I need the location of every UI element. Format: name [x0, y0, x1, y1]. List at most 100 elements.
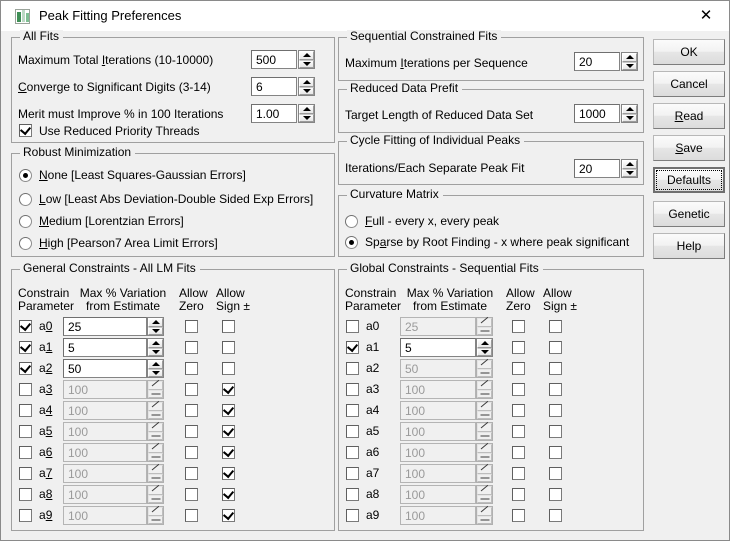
input-max-variation-a6[interactable]	[63, 443, 147, 462]
input-max-variation-a2[interactable]	[400, 359, 476, 378]
checkbox-constrain-a1[interactable]	[19, 341, 32, 354]
input-max-variation-a5[interactable]	[400, 422, 476, 441]
checkbox-allow-sign-a2[interactable]	[222, 362, 235, 375]
spinner-max-variation-a3[interactable]	[476, 380, 493, 399]
close-icon[interactable]: ✕	[683, 1, 729, 31]
input-max-variation-a0[interactable]	[400, 317, 476, 336]
input-max-variation-a9[interactable]	[63, 506, 147, 525]
checkbox-allow-sign-a1[interactable]	[549, 341, 562, 354]
checkbox-allow-sign-a0[interactable]	[222, 320, 235, 333]
checkbox-allow-zero-a5[interactable]	[512, 425, 525, 438]
spinner-target-length-reduced-data-set[interactable]	[621, 104, 638, 123]
checkbox-allow-sign-a0[interactable]	[549, 320, 562, 333]
checkbox-allow-sign-a3[interactable]	[549, 383, 562, 396]
checkbox-use-reduced-priority-threads[interactable]	[19, 124, 32, 137]
checkbox-constrain-a2[interactable]	[346, 362, 359, 375]
input-max-variation-a3[interactable]	[400, 380, 476, 399]
checkbox-allow-sign-a1[interactable]	[222, 341, 235, 354]
spinner-max-variation-a9[interactable]	[147, 506, 164, 525]
checkbox-allow-sign-a4[interactable]	[222, 404, 235, 417]
checkbox-allow-sign-a9[interactable]	[549, 509, 562, 522]
spinner-max-variation-a7[interactable]	[476, 464, 493, 483]
checkbox-allow-sign-a9[interactable]	[222, 509, 235, 522]
input-max-variation-a8[interactable]	[400, 485, 476, 504]
checkbox-constrain-a0[interactable]	[19, 320, 32, 333]
checkbox-allow-sign-a8[interactable]	[222, 488, 235, 501]
radio-robust-medium[interactable]	[19, 215, 32, 228]
input-max-variation-a2[interactable]	[63, 359, 147, 378]
checkbox-constrain-a7[interactable]	[346, 467, 359, 480]
checkbox-allow-zero-a4[interactable]	[185, 404, 198, 417]
radio-curvature-full[interactable]	[345, 215, 358, 228]
spinner-max-variation-a8[interactable]	[476, 485, 493, 504]
input-merit-improve[interactable]	[251, 104, 297, 123]
cancel-button[interactable]: Cancel	[653, 71, 725, 97]
checkbox-allow-zero-a1[interactable]	[512, 341, 525, 354]
genetic-button[interactable]: Genetic	[653, 201, 725, 227]
checkbox-allow-zero-a0[interactable]	[512, 320, 525, 333]
checkbox-allow-sign-a8[interactable]	[549, 488, 562, 501]
checkbox-constrain-a2[interactable]	[19, 362, 32, 375]
checkbox-constrain-a6[interactable]	[346, 446, 359, 459]
checkbox-constrain-a9[interactable]	[19, 509, 32, 522]
checkbox-allow-zero-a2[interactable]	[185, 362, 198, 375]
checkbox-allow-sign-a7[interactable]	[549, 467, 562, 480]
radio-robust-low[interactable]	[19, 193, 32, 206]
checkbox-allow-zero-a0[interactable]	[185, 320, 198, 333]
input-iterations-each-separate-peak-fit[interactable]	[574, 159, 620, 178]
input-max-variation-a8[interactable]	[63, 485, 147, 504]
checkbox-constrain-a8[interactable]	[346, 488, 359, 501]
checkbox-allow-zero-a9[interactable]	[512, 509, 525, 522]
spinner-max-variation-a5[interactable]	[147, 422, 164, 441]
checkbox-allow-zero-a9[interactable]	[185, 509, 198, 522]
checkbox-allow-sign-a4[interactable]	[549, 404, 562, 417]
input-max-iterations-per-sequence[interactable]	[574, 52, 620, 71]
checkbox-constrain-a4[interactable]	[346, 404, 359, 417]
checkbox-allow-zero-a7[interactable]	[185, 467, 198, 480]
read-button[interactable]: Read	[653, 103, 725, 129]
spinner-max-iterations-per-sequence[interactable]	[621, 52, 638, 71]
checkbox-allow-sign-a6[interactable]	[549, 446, 562, 459]
checkbox-allow-zero-a6[interactable]	[512, 446, 525, 459]
help-button[interactable]: Help	[653, 233, 725, 259]
input-max-variation-a7[interactable]	[400, 464, 476, 483]
checkbox-constrain-a4[interactable]	[19, 404, 32, 417]
spinner-iterations-each-separate-peak-fit[interactable]	[621, 159, 638, 178]
checkbox-constrain-a3[interactable]	[346, 383, 359, 396]
checkbox-constrain-a5[interactable]	[346, 425, 359, 438]
input-max-variation-a5[interactable]	[63, 422, 147, 441]
spinner-max-variation-a4[interactable]	[476, 401, 493, 420]
spinner-max-variation-a8[interactable]	[147, 485, 164, 504]
checkbox-constrain-a7[interactable]	[19, 467, 32, 480]
checkbox-allow-sign-a5[interactable]	[549, 425, 562, 438]
radio-robust-high[interactable]	[19, 237, 32, 250]
checkbox-allow-zero-a8[interactable]	[512, 488, 525, 501]
checkbox-constrain-a6[interactable]	[19, 446, 32, 459]
input-max-variation-a0[interactable]	[63, 317, 147, 336]
input-max-variation-a4[interactable]	[63, 401, 147, 420]
checkbox-allow-zero-a3[interactable]	[185, 383, 198, 396]
checkbox-constrain-a8[interactable]	[19, 488, 32, 501]
checkbox-allow-zero-a5[interactable]	[185, 425, 198, 438]
radio-robust-none[interactable]	[19, 169, 32, 182]
spinner-max-variation-a2[interactable]	[476, 359, 493, 378]
checkbox-allow-sign-a3[interactable]	[222, 383, 235, 396]
spinner-max-variation-a2[interactable]	[147, 359, 164, 378]
input-max-variation-a4[interactable]	[400, 401, 476, 420]
checkbox-allow-zero-a1[interactable]	[185, 341, 198, 354]
checkbox-allow-zero-a8[interactable]	[185, 488, 198, 501]
input-max-variation-a1[interactable]	[63, 338, 147, 357]
spinner-max-variation-a0[interactable]	[476, 317, 493, 336]
checkbox-allow-sign-a2[interactable]	[549, 362, 562, 375]
checkbox-allow-sign-a7[interactable]	[222, 467, 235, 480]
checkbox-constrain-a1[interactable]	[346, 341, 359, 354]
checkbox-allow-zero-a2[interactable]	[512, 362, 525, 375]
ok-button[interactable]: OK	[653, 39, 725, 65]
input-max-variation-a7[interactable]	[63, 464, 147, 483]
checkbox-allow-sign-a6[interactable]	[222, 446, 235, 459]
checkbox-allow-zero-a6[interactable]	[185, 446, 198, 459]
checkbox-constrain-a0[interactable]	[346, 320, 359, 333]
checkbox-constrain-a3[interactable]	[19, 383, 32, 396]
checkbox-allow-sign-a5[interactable]	[222, 425, 235, 438]
spinner-converge-digits[interactable]	[298, 77, 315, 96]
